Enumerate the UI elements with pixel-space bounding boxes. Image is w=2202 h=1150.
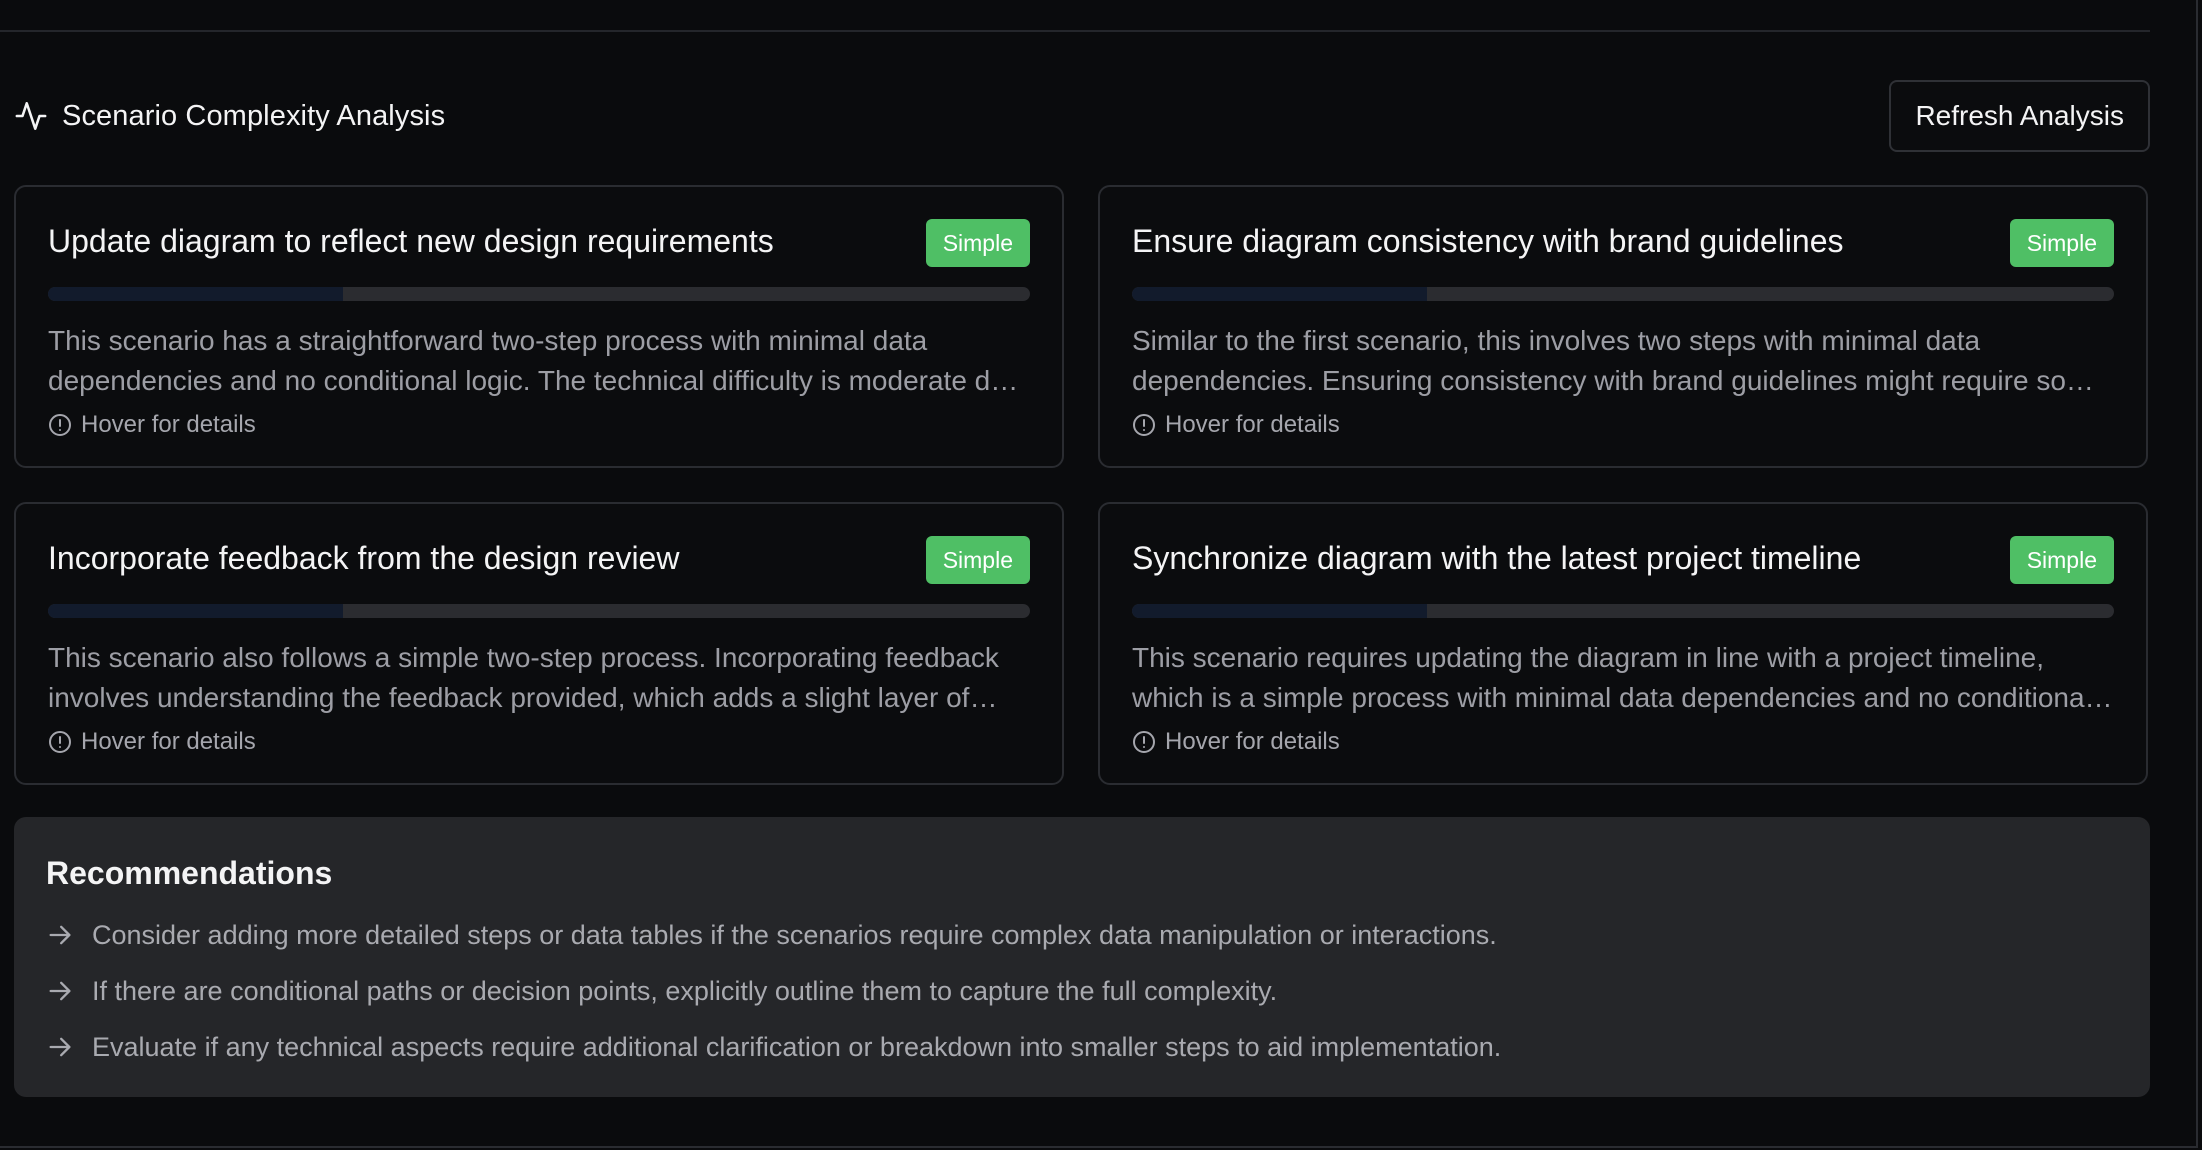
scenario-title: Update diagram to reflect new design req…: [48, 223, 774, 259]
complexity-progress-bar: [1132, 287, 2114, 301]
card-header: Incorporate feedback from the design rev…: [48, 536, 1030, 584]
recommendation-item: Consider adding more detailed steps or d…: [46, 907, 2118, 963]
complexity-progress-bar: [48, 604, 1030, 618]
arrow-right-icon: [49, 925, 71, 945]
arrow-right-icon: [49, 981, 71, 1001]
refresh-analysis-button[interactable]: Refresh Analysis: [1889, 80, 2150, 152]
alert-circle-icon: [49, 731, 71, 753]
hover-details[interactable]: Hover for details: [1132, 728, 2114, 756]
scenario-description: This scenario has a straightforward two-…: [48, 325, 1022, 396]
scenario-card[interactable]: Incorporate feedback from the design rev…: [14, 502, 1064, 785]
scenario-description: Similar to the first scenario, this invo…: [1132, 325, 2105, 396]
analysis-header: Scenario Complexity Analysis Refresh Ana…: [14, 80, 2150, 152]
arrow-right-icon: [49, 1037, 71, 1057]
card-header: Synchronize diagram with the latest proj…: [1132, 536, 2114, 584]
hover-details[interactable]: Hover for details: [48, 728, 1030, 756]
complexity-progress-fill: [1132, 604, 1427, 618]
scenario-card[interactable]: Ensure diagram consistency with brand gu…: [1098, 185, 2148, 468]
complexity-progress-bar: [1132, 604, 2114, 618]
complexity-progress-bar: [48, 287, 1030, 301]
complexity-badge: Simple: [2009, 219, 2114, 267]
complexity-progress-fill: [48, 287, 343, 301]
recommendations-panel: Recommendations Consider adding more det…: [14, 817, 2150, 1097]
hover-details-label: Hover for details: [1165, 411, 1340, 438]
card-header: Update diagram to reflect new design req…: [48, 219, 1030, 267]
complexity-progress-fill: [48, 604, 343, 618]
alert-circle-icon: [1133, 414, 1155, 436]
recommendations-title: Recommendations: [46, 855, 333, 891]
alert-circle-icon: [49, 414, 71, 436]
recommendation-text: Evaluate if any technical aspects requir…: [92, 1031, 1502, 1062]
recommendations-list: Consider adding more detailed steps or d…: [46, 907, 2118, 1075]
hover-details[interactable]: Hover for details: [48, 411, 1030, 439]
recommendation-item: If there are conditional paths or decisi…: [46, 963, 2118, 1019]
scenario-title: Ensure diagram consistency with brand gu…: [1132, 223, 1844, 259]
section-title: Scenario Complexity Analysis: [62, 99, 446, 132]
hover-details-label: Hover for details: [1165, 728, 1340, 755]
scenario-card[interactable]: Update diagram to reflect new design req…: [14, 185, 1064, 468]
hover-details-label: Hover for details: [81, 411, 256, 438]
hover-details[interactable]: Hover for details: [1132, 411, 2114, 439]
card-header: Ensure diagram consistency with brand gu…: [1132, 219, 2114, 267]
scenario-card[interactable]: Synchronize diagram with the latest proj…: [1098, 502, 2148, 785]
complexity-progress-fill: [1132, 287, 1427, 301]
scenario-grid: Update diagram to reflect new design req…: [14, 185, 2150, 785]
top-divider: [0, 30, 2150, 32]
scenario-description: This scenario requires updating the diag…: [1132, 642, 2091, 713]
recommendation-text: Consider adding more detailed steps or d…: [92, 919, 1497, 950]
complexity-badge: Simple: [925, 536, 1030, 584]
scenario-description: This scenario also follows a simple two-…: [48, 642, 999, 713]
hover-details-label: Hover for details: [81, 728, 256, 755]
scenario-title: Synchronize diagram with the latest proj…: [1132, 540, 1862, 576]
header-title-group: Scenario Complexity Analysis: [14, 99, 445, 133]
activity-icon: [15, 101, 47, 131]
scenario-title: Incorporate feedback from the design rev…: [48, 540, 680, 576]
complexity-badge: Simple: [2009, 536, 2114, 584]
recommendation-text: If there are conditional paths or decisi…: [92, 975, 1278, 1006]
alert-circle-icon: [1133, 731, 1155, 753]
complexity-badge: Simple: [925, 219, 1030, 267]
recommendation-item: Evaluate if any technical aspects requir…: [46, 1019, 2118, 1075]
